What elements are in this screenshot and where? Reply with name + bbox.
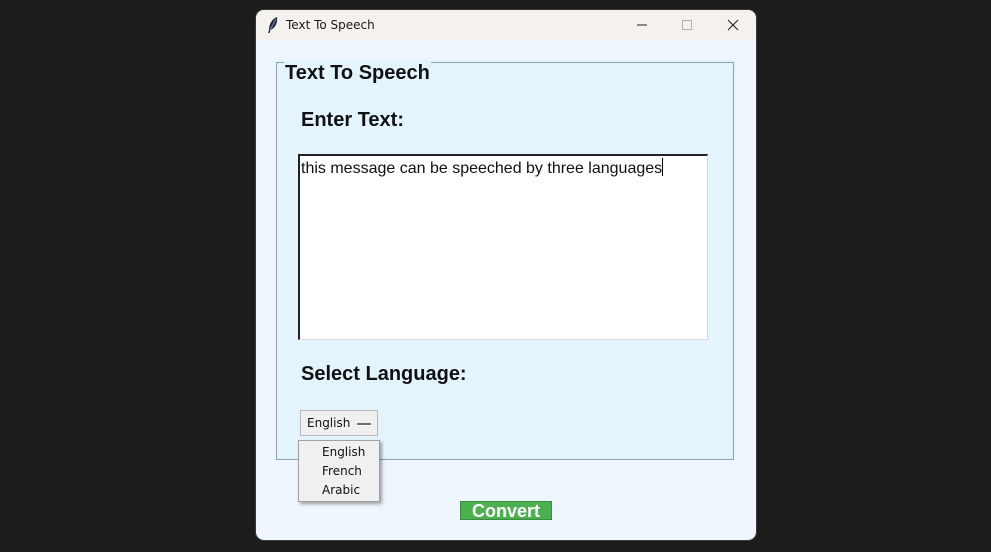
language-dropdown[interactable]: English	[300, 410, 378, 436]
convert-button[interactable]: Convert	[460, 501, 552, 521]
window-title: Text To Speech	[286, 18, 375, 32]
menu-item-english[interactable]: English	[322, 443, 365, 462]
frame-legend: Text To Speech	[284, 62, 431, 85]
dropdown-indicator-icon	[357, 423, 371, 425]
maximize-icon	[682, 20, 692, 30]
text-input[interactable]: this message can be speeched by three la…	[298, 154, 708, 340]
text-input-value: this message can be speeched by three la…	[301, 158, 664, 177]
language-menu: English French Arabic	[298, 440, 380, 502]
maximize-button[interactable]	[664, 10, 710, 40]
select-language-label: Select Language:	[301, 363, 467, 385]
app-window: Text To Speech Text To Speech Enter Text…	[256, 10, 756, 540]
title-bar[interactable]: Text To Speech	[256, 10, 756, 40]
menu-item-arabic[interactable]: Arabic	[322, 481, 360, 500]
text-caret	[662, 158, 664, 176]
close-icon	[727, 19, 739, 31]
close-button[interactable]	[710, 10, 756, 40]
dropdown-selected-value: English	[307, 416, 351, 430]
minimize-icon	[637, 24, 647, 26]
enter-text-label: Enter Text:	[301, 109, 404, 131]
minimize-button[interactable]	[619, 10, 665, 40]
feather-icon	[266, 16, 280, 34]
menu-item-french[interactable]: French	[322, 462, 362, 481]
